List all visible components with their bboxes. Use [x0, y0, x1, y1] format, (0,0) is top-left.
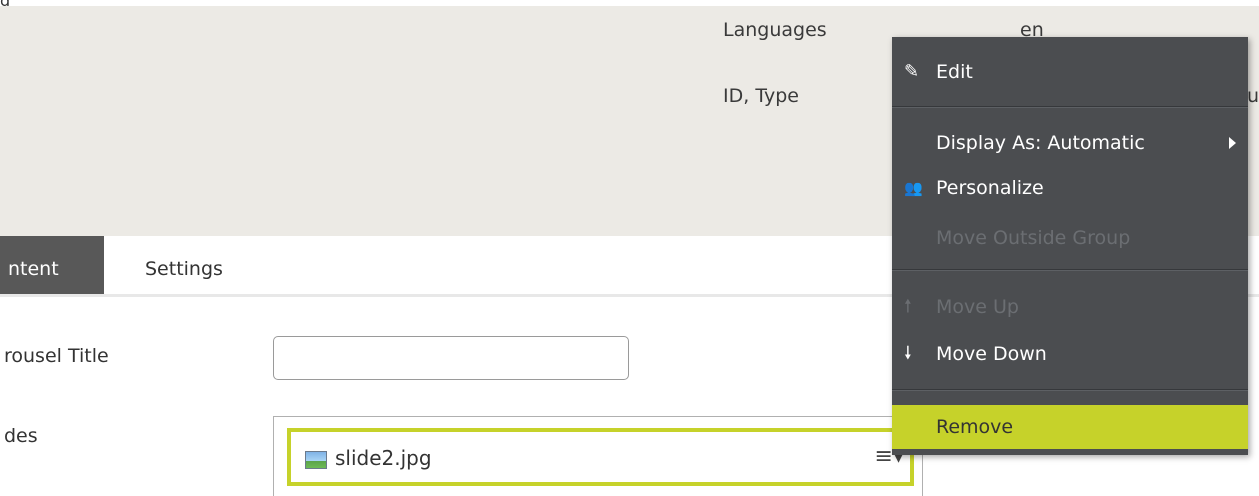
- tab-settings[interactable]: Settings: [145, 236, 223, 294]
- menu-item-move-up: 🠕 Move Up: [892, 287, 1248, 327]
- menu-item-display-as-label: Display As: Automatic: [936, 132, 1145, 154]
- arrow-up-icon: 🠕: [904, 296, 912, 317]
- carousel-title-input[interactable]: [273, 336, 629, 380]
- languages-label: Languages: [723, 19, 827, 41]
- slide-item[interactable]: slide2.jpg ≡▾: [287, 428, 914, 486]
- menu-divider-highlight: [892, 270, 1248, 271]
- slides-label: des: [4, 425, 38, 447]
- image-file-icon: [305, 451, 327, 469]
- menu-item-display-as[interactable]: Display As: Automatic: [892, 123, 1248, 163]
- menu-item-remove-label: Remove: [936, 416, 1014, 438]
- menu-item-edit-label: Edit: [936, 61, 973, 83]
- arrow-down-icon: 🠗: [904, 343, 912, 364]
- tab-settings-label: Settings: [145, 258, 223, 280]
- menu-divider-highlight: [892, 107, 1248, 108]
- menu-item-move-up-label: Move Up: [936, 296, 1019, 318]
- menu-item-move-down-label: Move Down: [936, 343, 1047, 365]
- pencil-icon: ✎: [904, 61, 920, 82]
- id-type-label: ID, Type: [723, 85, 799, 107]
- menu-item-personalize[interactable]: 👥 Personalize: [892, 168, 1248, 208]
- tab-content[interactable]: ntent: [0, 236, 104, 294]
- menu-item-move-outside-group-label: Move Outside Group: [936, 227, 1131, 249]
- users-icon: 👥: [904, 179, 923, 197]
- tab-content-label: ntent: [8, 258, 59, 280]
- menu-item-edit[interactable]: ✎ Edit: [892, 52, 1248, 92]
- id-type-value: u: [1247, 85, 1259, 107]
- context-menu: ✎ Edit Display As: Automatic 👥 Personali…: [892, 37, 1248, 455]
- carousel-title-label: rousel Title: [4, 345, 109, 367]
- submenu-arrow-icon: [1229, 137, 1236, 149]
- menu-divider-highlight: [892, 390, 1248, 391]
- menu-item-move-down[interactable]: 🠗 Move Down: [892, 334, 1248, 374]
- slide-item-name: slide2.jpg: [335, 446, 432, 470]
- menu-item-move-outside-group: Move Outside Group: [892, 218, 1248, 258]
- menu-item-personalize-label: Personalize: [936, 177, 1044, 199]
- menu-item-remove[interactable]: Remove: [892, 405, 1248, 449]
